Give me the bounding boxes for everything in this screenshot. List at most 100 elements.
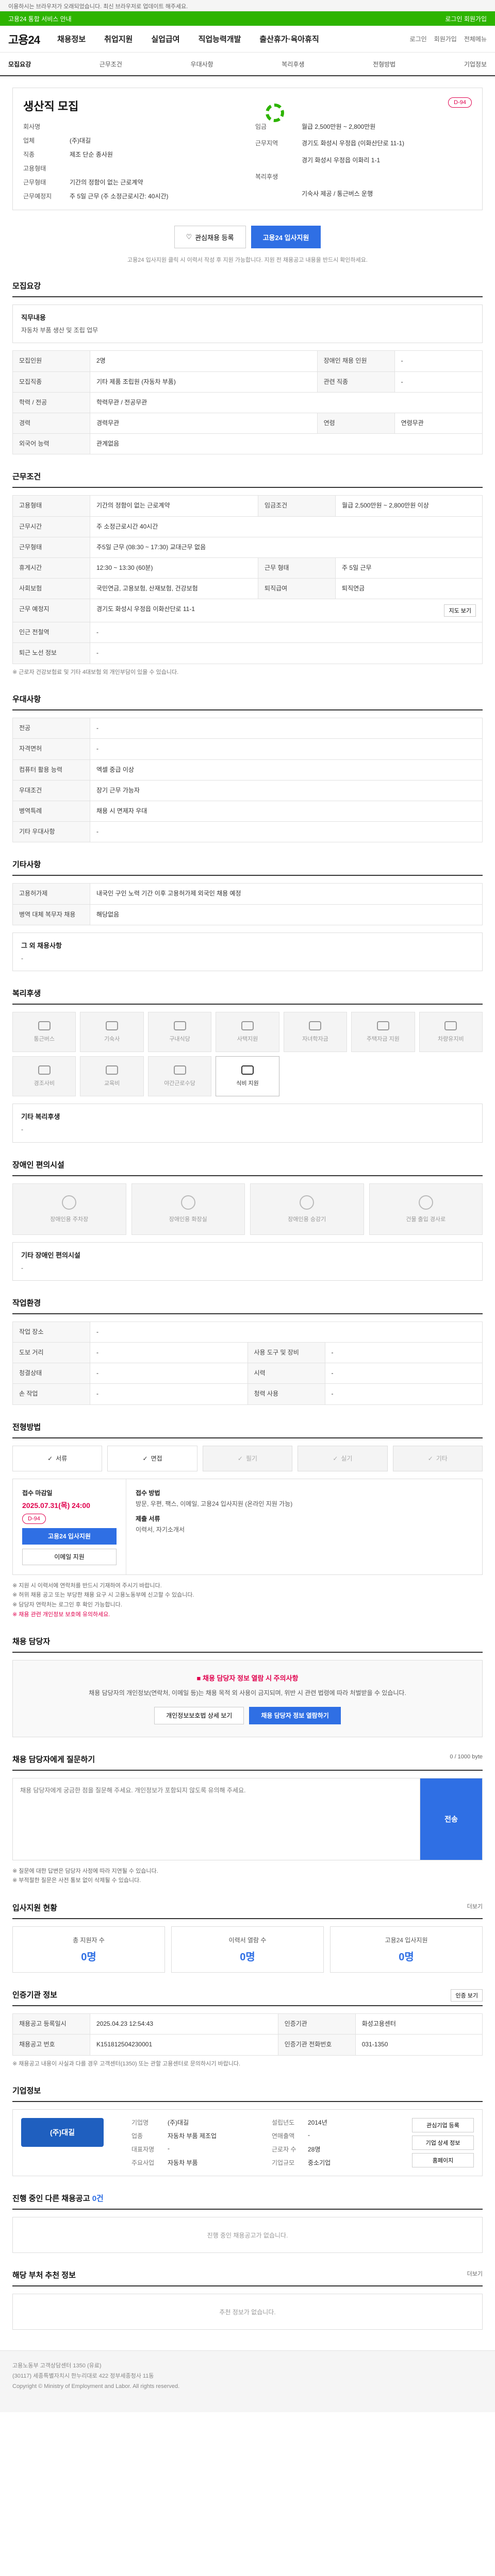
- tab-welfare[interactable]: 복리후생: [282, 60, 304, 69]
- apply-button-2[interactable]: 고용24 입사지원: [22, 1528, 117, 1545]
- note-line: ※ 부적절한 질문은 사전 통보 없이 삭제될 수 있습니다.: [12, 1877, 141, 1884]
- facility-label: 장애인용 주차장: [50, 1216, 89, 1223]
- label: 근무지역: [255, 140, 278, 147]
- stats-more-link[interactable]: 더보기: [467, 1902, 483, 1910]
- table-row: 고용형태 기간의 정함이 없는 근로계약 임금조건 월급 2,500만원 ~ 2,80…: [12, 495, 483, 517]
- view-contact-button[interactable]: 채용 담당자 정보 열람하기: [249, 1706, 341, 1724]
- recommend-empty: 추천 정보가 없습니다.: [12, 2294, 483, 2330]
- row-value: 12:30 ~ 13:30 (60분): [89, 557, 259, 579]
- row-label: 청력 사용: [247, 1383, 325, 1405]
- email-apply-button[interactable]: 이메일 지원: [22, 1548, 117, 1565]
- service-bar-links[interactable]: 로그인 회원가입: [445, 14, 487, 23]
- row-label: 근무 예정지: [12, 599, 90, 623]
- byte-counter: 0 / 1000 byte: [450, 1753, 483, 1760]
- method-item: ✓ 필기: [202, 1445, 293, 1471]
- row-value: 해당없음: [90, 904, 483, 925]
- homepage-button[interactable]: 홈페이지: [412, 2153, 474, 2168]
- deadline-label: 접수 마감일: [22, 1489, 53, 1497]
- nav-item-support[interactable]: 취업지원: [104, 33, 133, 44]
- tab-screening[interactable]: 전형방법: [373, 60, 395, 69]
- row-label: 작업 장소: [12, 1321, 90, 1343]
- other-jobs-count: 0건: [92, 2194, 104, 2204]
- row-label: 퇴근 노선 정보: [12, 642, 90, 664]
- row-value: 2025.04.23 12:54:43: [90, 2013, 278, 2035]
- benefit-item: 주택자금 지원: [351, 1012, 415, 1053]
- table-row: 병역 대체 복무자 채용 해당없음: [12, 904, 483, 925]
- all-menu-link[interactable]: 전체메뉴: [464, 35, 487, 43]
- recruit-table: 모집인원 2명 장애인 채용 인원 - 모집직종 기타 제품 조립원 (자동차 부품) 관…: [12, 350, 483, 455]
- service-bar-text: 고용24 통합 서비스 안내: [8, 15, 72, 23]
- map-button[interactable]: 지도 보기: [444, 604, 476, 617]
- tab-preference[interactable]: 우대사항: [191, 60, 213, 69]
- signup-link[interactable]: 회원가입: [434, 35, 457, 43]
- section-title-inquiry: 채용 담당자에게 질문하기 0 / 1000 byte: [12, 1754, 483, 1771]
- row-label: 휴게시간: [12, 557, 90, 579]
- company-info-2: 설립년도 2014년 연매출액 - 근로자 수 28명 기업규모 중소기업: [272, 2118, 405, 2167]
- value: 경기 화성시 우정읍 이화리 1-1: [302, 156, 381, 164]
- benefit-label: 자녀학자금: [302, 1036, 328, 1043]
- cert-view-button[interactable]: 인증 보기: [451, 1989, 483, 2002]
- login-link[interactable]: 로그인: [410, 35, 427, 43]
- etc-text: -: [21, 954, 23, 962]
- row-value: 주 5일 근무: [335, 557, 483, 579]
- stat-label: 고용24 입사지원: [385, 1937, 428, 1944]
- parking-icon: [62, 1195, 77, 1210]
- nav-item-jobs[interactable]: 채용정보: [57, 33, 86, 44]
- table-row: 근무시간 주 소정근로시간 40시간: [12, 516, 483, 537]
- row-label: 임금조건: [258, 495, 336, 517]
- section-title-etc: 기타사항: [12, 859, 483, 876]
- table-row: 경력 경력무관 연령 연령무관: [12, 412, 483, 434]
- company-detail-button[interactable]: 기업 상세 정보: [412, 2136, 474, 2150]
- label: [255, 156, 302, 167]
- apply-button[interactable]: 고용24 입사지원: [251, 226, 321, 248]
- conditions-note: ※ 근로자 건강보험료 및 기타 4대보험 외 개인부담이 있을 수 있습니다.: [12, 669, 179, 675]
- book-icon: [106, 1065, 119, 1075]
- nav-item-leave[interactable]: 출산휴가·육아휴직: [259, 33, 319, 44]
- inquiry-notes: ※ 질문에 대한 답변은 담당자 사정에 따라 지연될 수 있습니다. ※ 부적…: [12, 1867, 483, 1886]
- row-value: 퇴직연금: [335, 578, 483, 600]
- row-value: -: [324, 1342, 483, 1364]
- value: 제조 단순 종사원: [70, 151, 113, 158]
- row-value: -: [90, 718, 483, 739]
- scrap-button[interactable]: ♡ 관심채용 등록: [174, 226, 246, 248]
- site-logo[interactable]: 고용24: [8, 31, 40, 47]
- table-row: 병역특례 채용 시 면제자 우대: [12, 800, 483, 822]
- cert-title: 인증기관 정보: [12, 1991, 57, 2000]
- row-value: 2명: [90, 350, 318, 372]
- benefit-item: 사택지원: [216, 1012, 279, 1053]
- follow-company-button[interactable]: 관심기업 등록: [412, 2118, 474, 2133]
- nav-item-benefit[interactable]: 실업급여: [151, 33, 179, 44]
- header: 고용24 채용정보 취업지원 실업급여 직업능력개발 출산휴가·육아휴직 로그인…: [0, 26, 495, 53]
- job-desc-label: 직무내용: [21, 314, 46, 321]
- inquiry-textarea[interactable]: [13, 1778, 420, 1860]
- inquiry-submit-button[interactable]: 전송: [420, 1778, 482, 1860]
- recommend-more-link[interactable]: 더보기: [467, 2269, 483, 2278]
- benefit-label: 차량유지비: [437, 1036, 464, 1043]
- row-value: 031-1350: [355, 2034, 483, 2056]
- table-row: 근무 예정지 경기도 화성시 우정읍 이화산단로 11-1 지도 보기: [12, 599, 483, 623]
- row-value: -: [324, 1383, 483, 1405]
- row-label: 외국어 능력: [12, 433, 90, 455]
- row-label: 병역 대체 복무자 채용: [12, 904, 90, 925]
- check-icon: ✓: [333, 1454, 338, 1462]
- tab-conditions[interactable]: 근무조건: [100, 60, 122, 69]
- stat-value: 0명: [81, 1952, 96, 1963]
- row-value: -: [394, 350, 483, 372]
- company-logo: (주)대길: [21, 2118, 104, 2147]
- privacy-law-button[interactable]: 개인정보보호법 상세 보기: [154, 1706, 244, 1724]
- nav-item-training[interactable]: 직업능력개발: [199, 33, 241, 44]
- contact-warning: ■ 채용 담당자 정보 열람 시 주의사항: [25, 1673, 470, 1683]
- tab-company[interactable]: 기업정보: [464, 60, 487, 69]
- table-row: 학력 / 전공 학력무관 / 전공무관: [12, 392, 483, 413]
- method-item: ✓ 실기: [298, 1445, 388, 1471]
- row-value: -: [90, 1342, 248, 1364]
- tab-recruit[interactable]: 모집요강: [8, 60, 31, 69]
- heart-icon: ♡: [186, 233, 192, 241]
- benefit-label: 기숙사: [104, 1036, 120, 1043]
- etc-box: 그 외 채용사항 -: [12, 932, 483, 972]
- value: -: [308, 2131, 310, 2139]
- docs-key: 제출 서류: [136, 1515, 160, 1522]
- section-title-recruit: 모집요강: [12, 280, 483, 297]
- contact-buttons: 개인정보보호법 상세 보기 채용 담당자 정보 열람하기: [25, 1706, 470, 1724]
- value: 자동차 부품 제조업: [168, 2132, 217, 2140]
